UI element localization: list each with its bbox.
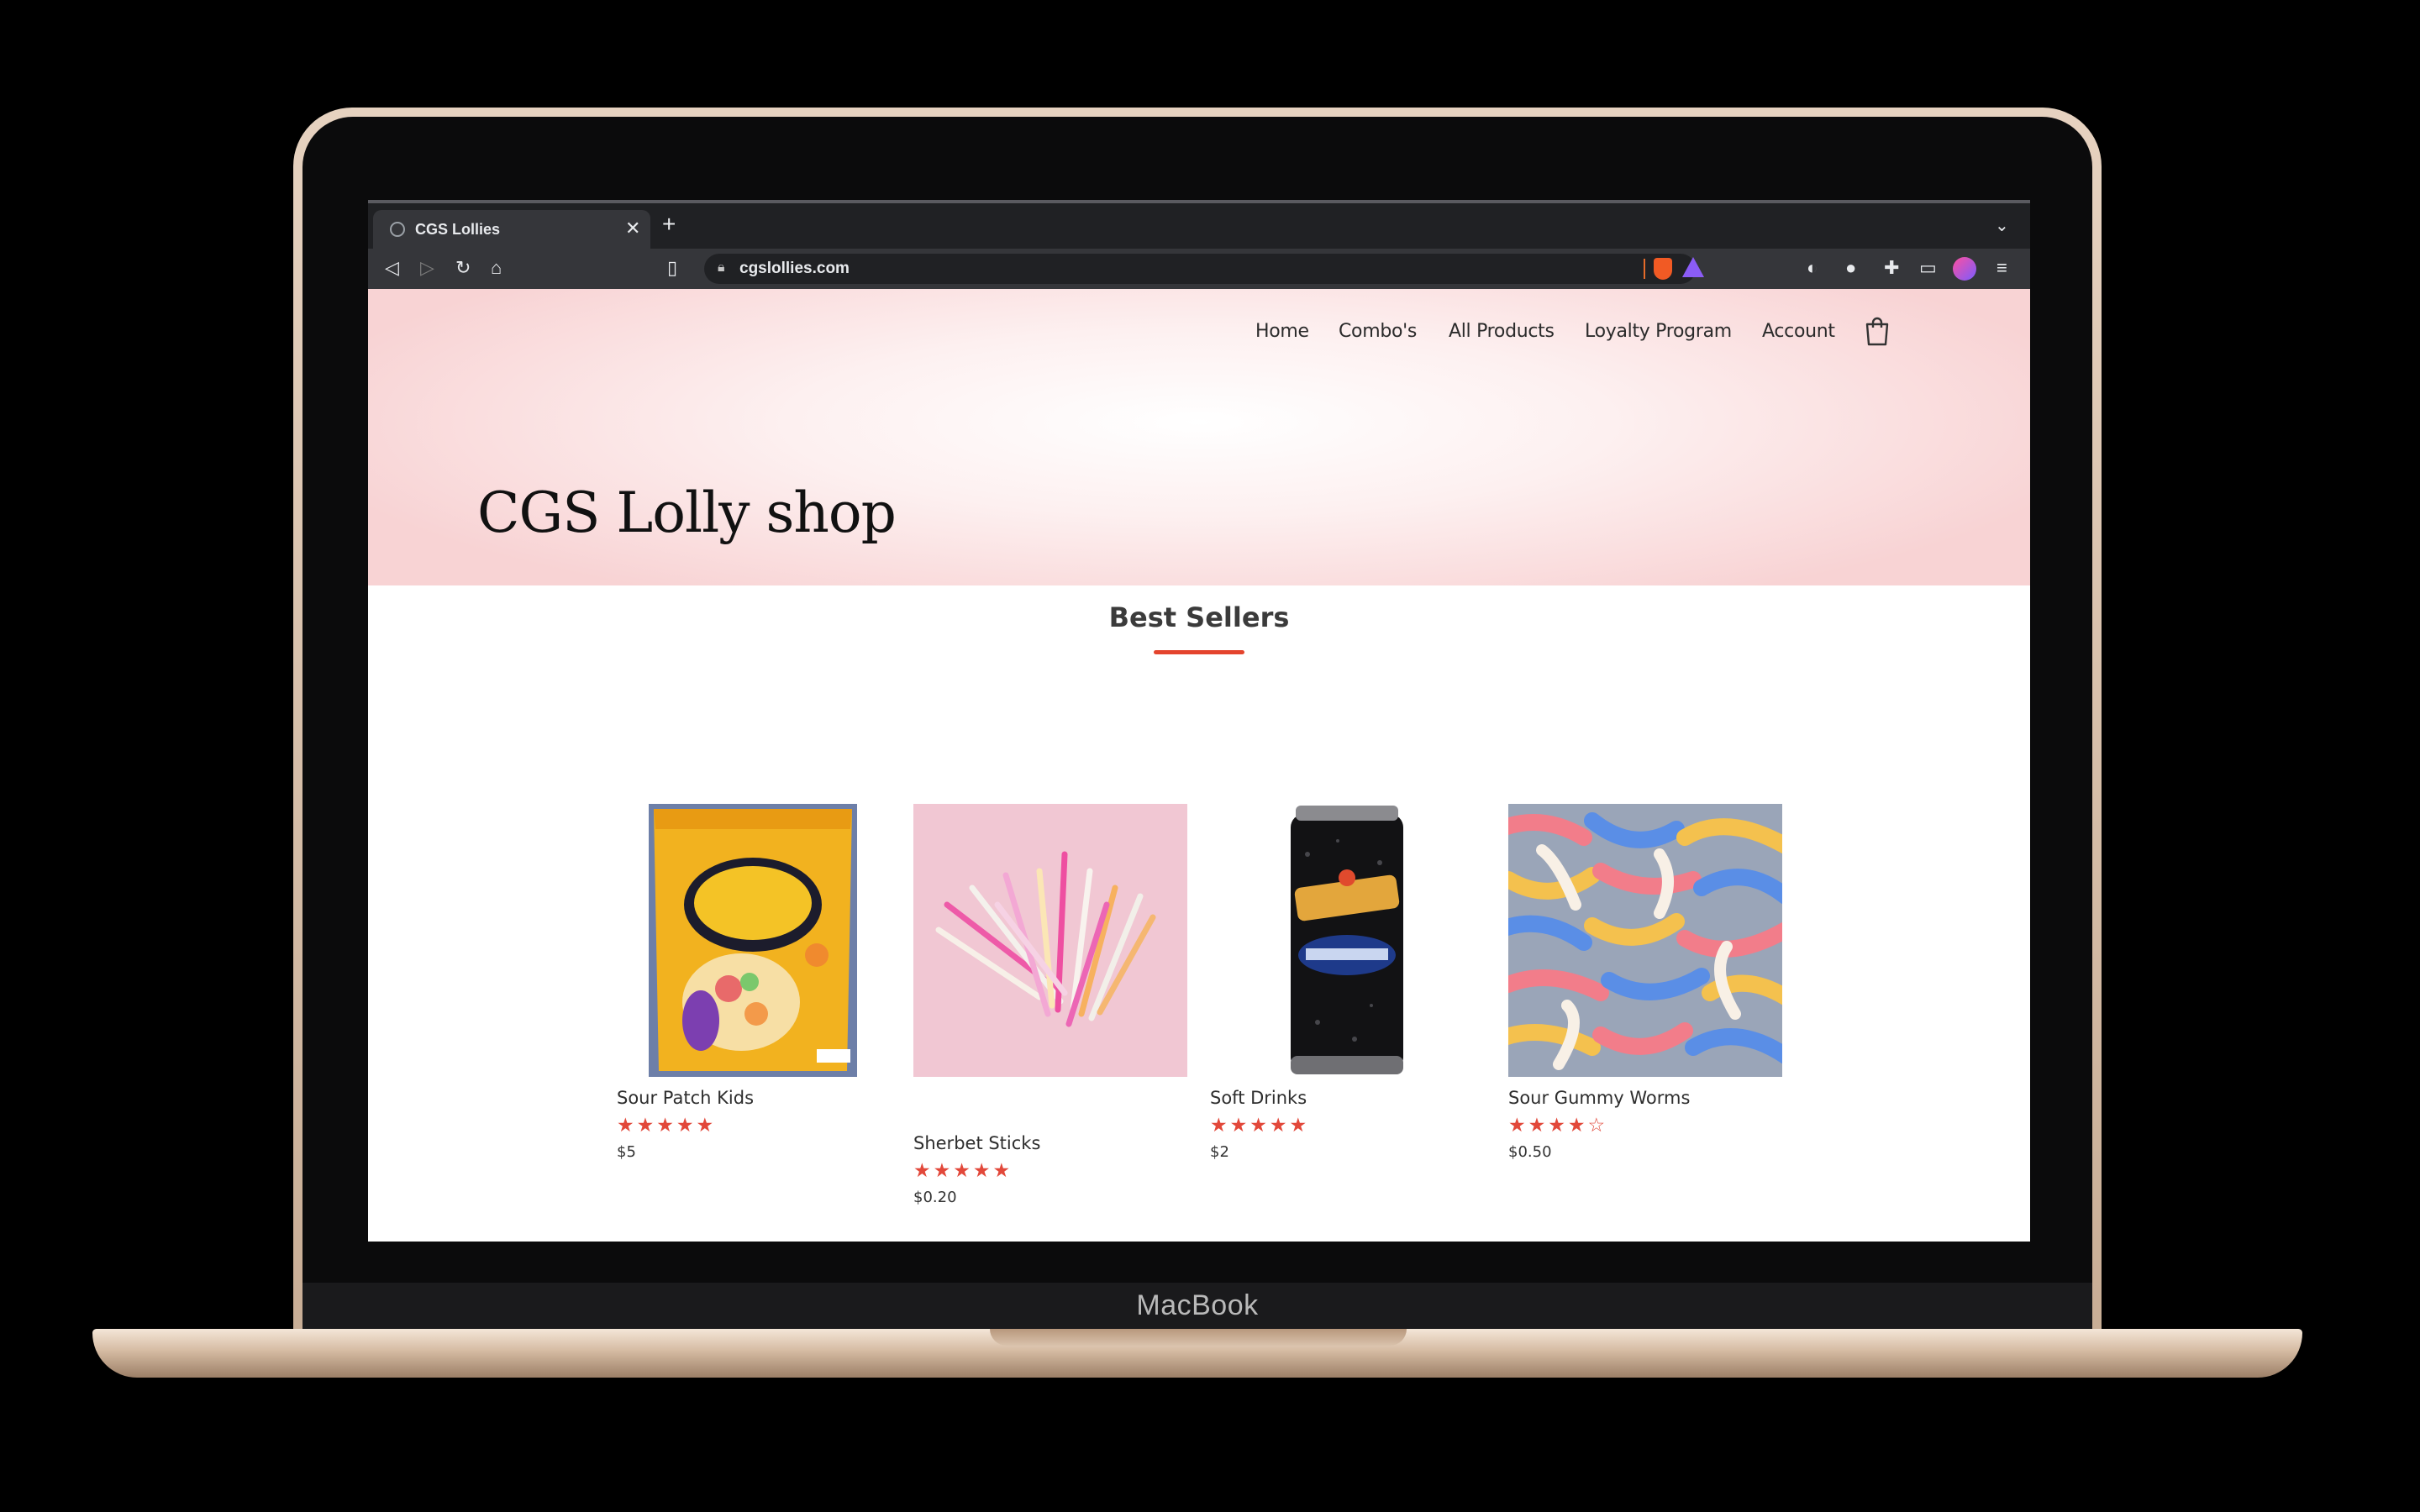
product-price: $0.50 bbox=[1508, 1143, 1552, 1161]
back-icon[interactable]: ◁ bbox=[385, 257, 399, 279]
bookmark-icon[interactable]: ▯ bbox=[667, 257, 677, 279]
cookie-icon[interactable]: ● bbox=[1845, 257, 1856, 279]
brave-shield-icon[interactable] bbox=[1654, 258, 1672, 280]
product-price: $0.20 bbox=[913, 1189, 957, 1206]
forward-icon[interactable]: ▷ bbox=[420, 257, 434, 279]
nav-loyalty-program[interactable]: Loyalty Program bbox=[1585, 321, 1732, 342]
laptop-brand-label: MacBook bbox=[1136, 1289, 1259, 1321]
address-bar[interactable]: 🔒︎ cgslollies.com bbox=[704, 254, 1704, 284]
web-page: Home Combo's All Products Loyalty Progra… bbox=[368, 289, 2030, 1242]
product-image-sour-patch-kids[interactable] bbox=[649, 804, 857, 1077]
nav-account[interactable]: Account bbox=[1762, 321, 1835, 342]
product-image-sour-gummy-worms[interactable] bbox=[1508, 804, 1782, 1077]
nav-all-products[interactable]: All Products bbox=[1449, 321, 1555, 342]
address-bar-divider bbox=[1644, 259, 1645, 279]
reload-icon[interactable]: ↻ bbox=[455, 257, 471, 279]
section-title-underline bbox=[1154, 650, 1244, 654]
laptop-hinge-notch bbox=[990, 1329, 1407, 1346]
tab-title: CGS Lollies bbox=[415, 221, 501, 238]
product-rating: ★★★★★ bbox=[1210, 1114, 1310, 1136]
lock-icon: 🔒︎ bbox=[718, 260, 725, 275]
product-rating: ★★★★★ bbox=[913, 1159, 1013, 1181]
page-title: CGS Lolly shop bbox=[477, 480, 897, 545]
product-name[interactable]: Sherbet Sticks bbox=[913, 1133, 1040, 1153]
close-tab-icon[interactable]: ✕ bbox=[625, 218, 640, 239]
product-name[interactable]: Sour Gummy Worms bbox=[1508, 1088, 1690, 1108]
product-image-soft-drinks[interactable] bbox=[1287, 804, 1407, 1077]
section-title: Best Sellers bbox=[1108, 601, 1290, 633]
product-price: $2 bbox=[1210, 1143, 1229, 1161]
extensions-puzzle-icon[interactable]: ✚ bbox=[1884, 257, 1899, 279]
chevron-down-icon[interactable]: ⌄ bbox=[1995, 215, 2009, 236]
browser-tab[interactable]: CGS Lollies ✕ bbox=[373, 210, 650, 252]
nav-home[interactable]: Home bbox=[1255, 321, 1309, 342]
wallet-icon[interactable]: ▭ bbox=[1919, 257, 1937, 279]
shopping-bag-icon[interactable] bbox=[1864, 316, 1891, 346]
plus-icon[interactable]: + bbox=[662, 213, 676, 236]
laptop-screen: CGS Lollies ✕ + ⌄ ◁ ▷ ↻ ⌂ ▯ 🔒︎ cgslollie… bbox=[368, 200, 2030, 1242]
product-image-sherbet-sticks[interactable] bbox=[913, 804, 1187, 1077]
browser-toolbar: ◁ ▷ ↻ ⌂ ▯ 🔒︎ cgslollies.com ◐ ● ✚ ▭ ≡ bbox=[368, 249, 2030, 289]
product-price: $5 bbox=[617, 1143, 636, 1161]
home-icon[interactable]: ⌂ bbox=[491, 257, 502, 279]
contrast-icon[interactable]: ◐ bbox=[1807, 257, 1818, 279]
browser-tab-strip: CGS Lollies ✕ + ⌄ bbox=[368, 200, 2030, 252]
product-name[interactable]: Soft Drinks bbox=[1210, 1088, 1307, 1108]
product-rating: ★★★★★ bbox=[617, 1114, 717, 1136]
menu-icon[interactable]: ≡ bbox=[1996, 257, 2007, 279]
nav-combos[interactable]: Combo's bbox=[1339, 321, 1417, 342]
brave-rewards-icon[interactable] bbox=[1682, 257, 1704, 277]
globe-icon bbox=[390, 222, 405, 237]
product-name[interactable]: Sour Patch Kids bbox=[617, 1088, 754, 1108]
hero-banner: Home Combo's All Products Loyalty Progra… bbox=[368, 289, 2030, 585]
url-text[interactable]: cgslollies.com bbox=[739, 260, 850, 278]
profile-avatar-icon[interactable] bbox=[1953, 257, 1976, 281]
product-rating: ★★★★☆ bbox=[1508, 1114, 1608, 1136]
